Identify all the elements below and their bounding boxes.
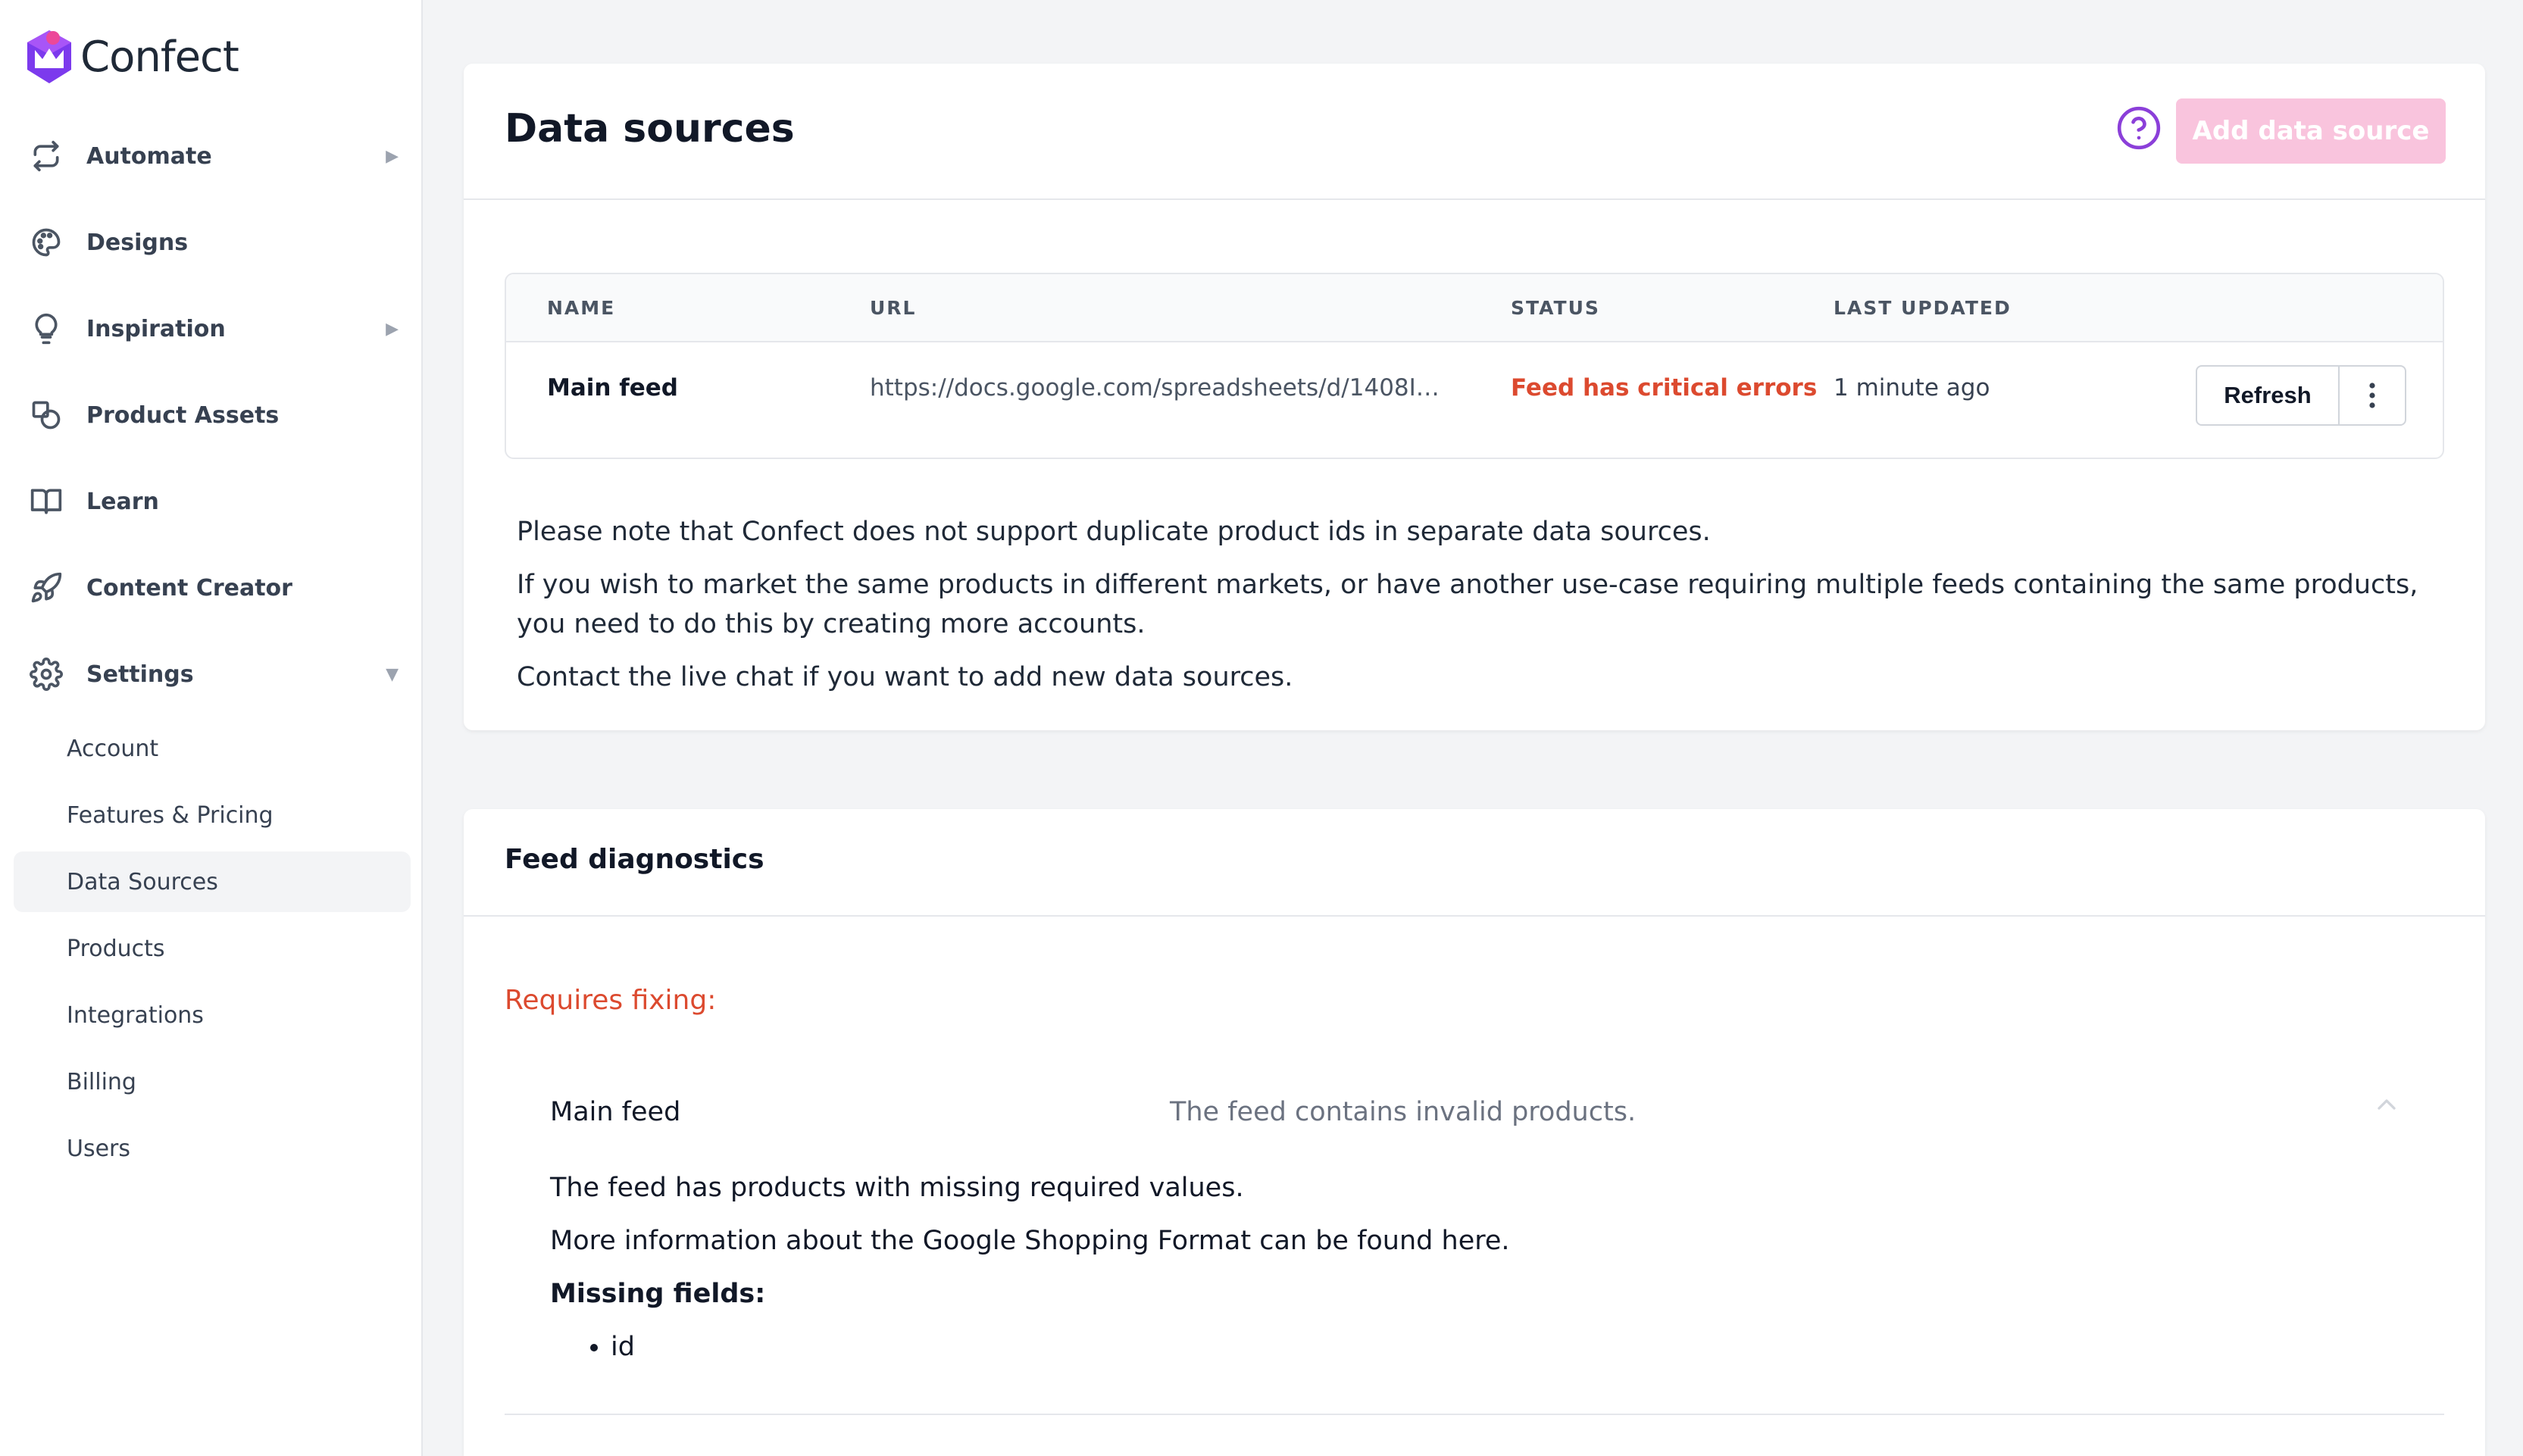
add-data-source-button[interactable]: Add data source (2176, 98, 2446, 164)
table-header: NAME URL STATUS LAST UPDATED (506, 274, 2443, 342)
chevron-up-icon[interactable] (2371, 1089, 2402, 1120)
sidebar-item-label: Content Creator (86, 574, 292, 601)
confect-logo-icon (27, 30, 71, 83)
status-badge: Feed has critical errors (1511, 374, 1818, 401)
question-circle-icon[interactable] (2115, 105, 2162, 152)
sidebar-subitem-data-sources[interactable]: Data Sources (14, 851, 411, 912)
row-menu-button[interactable] (2338, 365, 2406, 426)
column-header-status: STATUS (1511, 297, 1600, 319)
sidebar-item-label: Inspiration (86, 315, 226, 342)
lightbulb-icon (27, 310, 65, 348)
issue-detail-google-format[interactable]: More information about the Google Shoppi… (550, 1226, 1510, 1256)
issue-summary: The feed contains invalid products. (1170, 1097, 1637, 1127)
missing-fields-list: id (577, 1332, 635, 1362)
sidebar-item-product-assets[interactable]: Product Assets (27, 392, 399, 438)
shapes-icon (27, 396, 65, 434)
issue-detail-missing-values: The feed has products with missing requi… (550, 1173, 1244, 1203)
sidebar-item-settings[interactable]: Settings ▼ (27, 651, 399, 697)
sidebar: Confect Automate ▶ Designs Inspiration ▶ (0, 0, 423, 1456)
feed-name: Main feed (547, 374, 678, 401)
feed-url[interactable]: https://docs.google.com/spreadsheets/d/1… (870, 374, 1446, 401)
chevron-down-icon: ▼ (386, 664, 399, 684)
list-item: id (611, 1332, 635, 1362)
sidebar-item-label: Product Assets (86, 401, 280, 429)
sidebar-subitem-account[interactable]: Account (14, 718, 411, 779)
sidebar-item-label: Designs (86, 229, 189, 256)
chevron-right-icon: ▶ (386, 319, 399, 339)
sidebar-item-label: Learn (86, 488, 159, 515)
repeat-icon (27, 137, 65, 175)
section-title: Feed diagnostics (505, 844, 764, 875)
sidebar-item-label: Automate (86, 142, 212, 170)
rocket-icon (27, 569, 65, 607)
feed-diagnostics-card: Feed diagnostics Requires fixing: Main f… (464, 809, 2485, 1456)
chevron-right-icon: ▶ (386, 146, 399, 166)
logo[interactable]: Confect (24, 27, 239, 86)
palette-icon (27, 223, 65, 261)
column-header-name: NAME (547, 297, 616, 319)
column-header-last-updated: LAST UPDATED (1834, 297, 2012, 319)
sidebar-item-content-creator[interactable]: Content Creator (27, 565, 399, 611)
sidebar-subitem-billing[interactable]: Billing (14, 1051, 411, 1112)
refresh-button[interactable]: Refresh (2196, 365, 2340, 426)
note-multiple-markets: If you wish to market the same products … (517, 570, 2418, 639)
gear-icon (27, 655, 65, 693)
app-name: Confect (80, 32, 239, 82)
sidebar-item-automate[interactable]: Automate ▶ (27, 133, 399, 179)
column-header-url: URL (870, 297, 917, 319)
kebab-menu-icon (2369, 383, 2375, 408)
sidebar-subitem-products[interactable]: Products (14, 918, 411, 979)
sidebar-item-designs[interactable]: Designs (27, 220, 399, 265)
requires-fixing-label: Requires fixing: (505, 985, 717, 1016)
sidebar-subitem-integrations[interactable]: Integrations (14, 985, 411, 1045)
sidebar-item-label: Settings (86, 661, 194, 688)
divider (464, 915, 2485, 917)
issue-feed-name: Main feed (550, 1097, 681, 1127)
note-duplicate-ids: Please note that Confect does not suppor… (517, 517, 1711, 547)
missing-fields-label: Missing fields: (550, 1279, 766, 1309)
data-sources-card: Data sources Add data source NAME URL ST… (464, 64, 2485, 730)
last-updated: 1 minute ago (1834, 374, 1990, 401)
page-title: Data sources (505, 106, 795, 152)
divider (464, 198, 2485, 200)
sidebar-subitem-users[interactable]: Users (14, 1118, 411, 1179)
sidebar-item-inspiration[interactable]: Inspiration ▶ (27, 306, 399, 352)
book-icon (27, 483, 65, 520)
sidebar-subitem-features-pricing[interactable]: Features & Pricing (14, 785, 411, 845)
sidebar-item-learn[interactable]: Learn (27, 479, 399, 524)
data-sources-table: NAME URL STATUS LAST UPDATED Main feed h… (505, 273, 2444, 459)
divider (505, 1414, 2444, 1415)
note-contact-chat: Contact the live chat if you want to add… (517, 662, 1293, 692)
